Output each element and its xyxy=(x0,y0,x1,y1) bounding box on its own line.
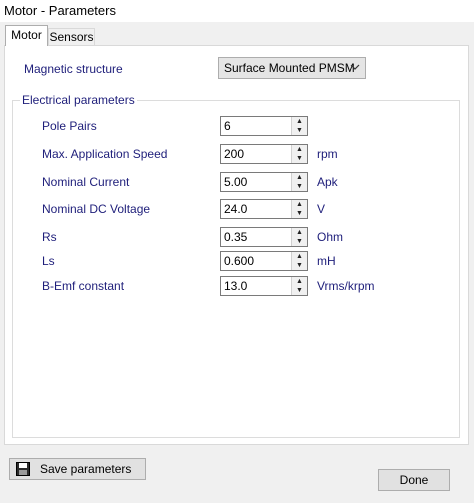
spin-down-arrow-icon[interactable]: ▼ xyxy=(292,286,307,295)
nominal-dc-voltage-value: 24.0 xyxy=(224,202,248,216)
pole-pairs-spinner: ▲ ▼ xyxy=(291,117,307,135)
rs-spinner: ▲ ▼ xyxy=(291,228,307,246)
ls-input[interactable]: 0.600 ▲ ▼ xyxy=(220,251,308,271)
ls-spinner: ▲ ▼ xyxy=(291,252,307,270)
rs-unit: Ohm xyxy=(317,230,344,244)
tab-motor-label: Motor xyxy=(11,28,42,42)
max-application-speed-value: 200 xyxy=(224,147,245,161)
spin-down-arrow-icon[interactable]: ▼ xyxy=(292,182,307,191)
spin-down-arrow-icon[interactable]: ▼ xyxy=(292,237,307,246)
b-emf-constant-value: 13.0 xyxy=(224,279,248,293)
nominal-dc-voltage-input[interactable]: 24.0 ▲ ▼ xyxy=(220,199,308,219)
nominal-dc-voltage-spinner: ▲ ▼ xyxy=(291,200,307,218)
spin-down-arrow-icon[interactable]: ▼ xyxy=(292,261,307,270)
nominal-dc-voltage-unit: V xyxy=(317,202,326,216)
b-emf-constant-spinner: ▲ ▼ xyxy=(291,277,307,295)
spin-down-arrow-icon[interactable]: ▼ xyxy=(292,126,307,135)
ls-unit: mH xyxy=(317,254,336,268)
ls-label: Ls xyxy=(42,254,55,268)
nominal-current-input[interactable]: 5.00 ▲ ▼ xyxy=(220,172,308,192)
done-label: Done xyxy=(399,473,429,487)
chevron-down-icon xyxy=(350,60,360,77)
nominal-current-label: Nominal Current xyxy=(42,175,130,189)
b-emf-constant-input[interactable]: 13.0 ▲ ▼ xyxy=(220,276,308,296)
nominal-current-value: 5.00 xyxy=(224,175,248,189)
title-bar: Motor - Parameters xyxy=(0,0,474,22)
b-emf-constant-unit: Vrms/krpm xyxy=(317,279,375,293)
nominal-dc-voltage-label: Nominal DC Voltage xyxy=(42,202,151,216)
window-title: Motor - Parameters xyxy=(4,3,116,18)
b-emf-constant-label: B-Emf constant xyxy=(42,279,125,293)
done-button[interactable]: Done xyxy=(378,469,450,491)
pole-pairs-label: Pole Pairs xyxy=(42,119,97,133)
floppy-disk-icon xyxy=(16,462,30,476)
pole-pairs-input[interactable]: 6 ▲ ▼ xyxy=(220,116,308,136)
electrical-parameters-title: Electrical parameters xyxy=(20,93,137,107)
rs-value: 0.35 xyxy=(224,230,248,244)
pole-pairs-value: 6 xyxy=(224,119,231,133)
spin-down-arrow-icon[interactable]: ▼ xyxy=(292,154,307,163)
tab-motor[interactable]: Motor xyxy=(5,25,48,46)
save-parameters-button[interactable]: Save parameters xyxy=(9,458,146,480)
max-application-speed-input[interactable]: 200 ▲ ▼ xyxy=(220,144,308,164)
nominal-current-unit: Apk xyxy=(317,175,338,189)
rs-label: Rs xyxy=(42,230,57,244)
ls-value: 0.600 xyxy=(224,254,255,268)
max-application-speed-unit: rpm xyxy=(317,147,338,161)
tab-sensors-label: Sensors xyxy=(49,30,94,44)
tab-sensors[interactable]: Sensors xyxy=(48,28,95,46)
max-application-speed-spinner: ▲ ▼ xyxy=(291,145,307,163)
nominal-current-spinner: ▲ ▼ xyxy=(291,173,307,191)
magnetic-structure-label: Magnetic structure xyxy=(24,62,123,76)
magnetic-structure-value: Surface Mounted PMSM xyxy=(224,61,355,75)
save-parameters-label: Save parameters xyxy=(40,462,132,476)
magnetic-structure-dropdown[interactable]: Surface Mounted PMSM xyxy=(218,57,366,79)
rs-input[interactable]: 0.35 ▲ ▼ xyxy=(220,227,308,247)
max-application-speed-label: Max. Application Speed xyxy=(42,147,168,161)
spin-down-arrow-icon[interactable]: ▼ xyxy=(292,209,307,218)
